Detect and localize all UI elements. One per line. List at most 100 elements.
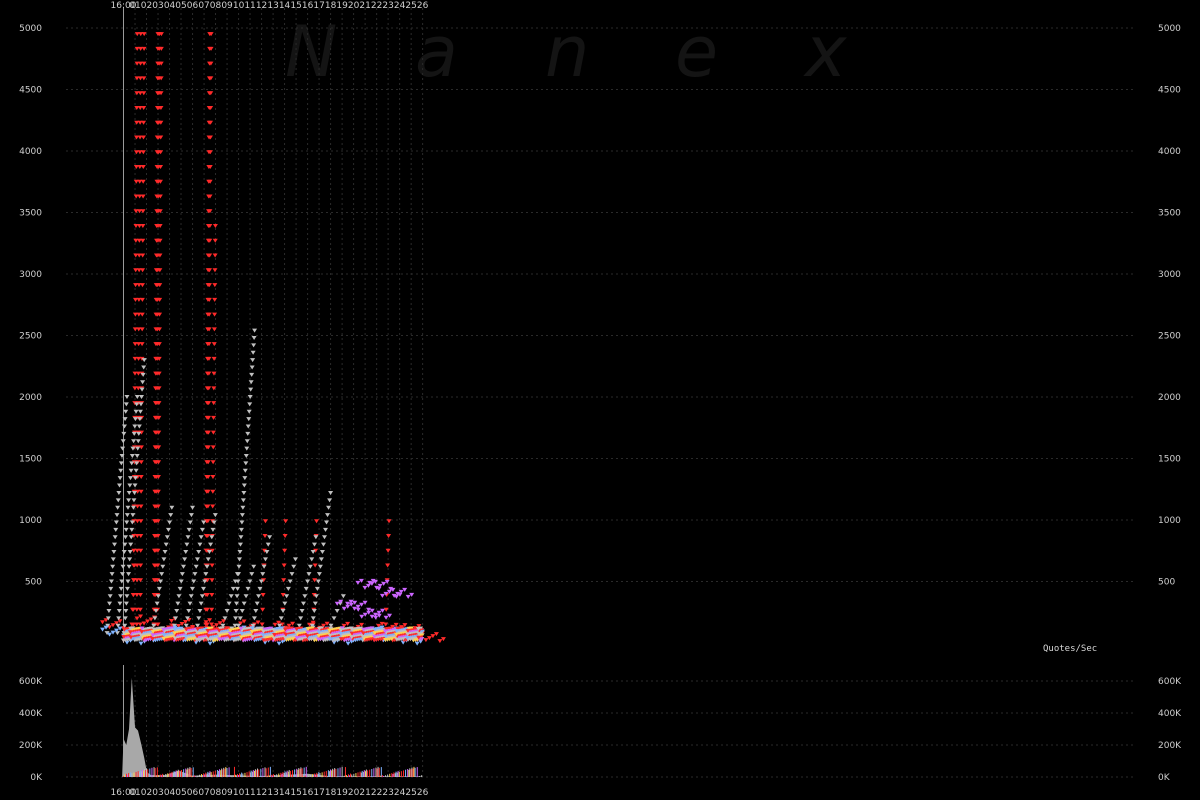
quote-point <box>137 607 143 612</box>
quote-point <box>260 572 266 577</box>
quote-point <box>264 549 270 554</box>
quote-point <box>209 535 215 540</box>
quote-point <box>120 564 126 569</box>
quote-point <box>300 601 306 606</box>
quote-point <box>134 395 140 399</box>
watermark-letter: n <box>545 11 589 93</box>
x-tick-label-top: 06 <box>187 1 199 11</box>
quote-point <box>245 424 251 429</box>
y-tick-label-right: 400K <box>1158 709 1182 719</box>
quote-point <box>236 564 242 569</box>
quote-point <box>123 601 129 606</box>
quote-point <box>312 601 318 606</box>
quote-point <box>130 513 136 518</box>
quote-point <box>190 505 196 510</box>
quote-point <box>138 504 144 509</box>
quote-point <box>131 439 137 444</box>
quote-point <box>235 586 241 591</box>
quote-point <box>121 424 127 429</box>
quote-point <box>113 527 119 532</box>
watermark-letter: N <box>285 11 337 93</box>
quote-point <box>230 586 236 591</box>
quote-point <box>138 519 144 524</box>
quote-point <box>245 431 251 436</box>
quote-point <box>107 601 113 606</box>
x-tick-label-top: 07 <box>198 1 209 11</box>
quote-point <box>141 32 147 37</box>
y-tick-label-left: 3500 <box>19 209 42 219</box>
quote-point <box>241 601 247 606</box>
quote-point <box>138 489 144 494</box>
quote-point <box>379 593 385 598</box>
x-tick-label-bottom: 05 <box>175 788 186 798</box>
quote-point <box>239 520 245 525</box>
quote-point <box>123 527 129 532</box>
quote-point <box>134 454 140 459</box>
x-tick-label-top: 19 <box>336 1 348 11</box>
quote-point <box>113 520 119 525</box>
quote-point <box>108 579 114 584</box>
quote-point <box>126 490 132 495</box>
quote-point <box>331 616 337 621</box>
quote-point <box>262 519 268 524</box>
quote-point <box>251 616 257 621</box>
quote-point <box>131 431 137 436</box>
x-tick-label-bottom: 14 <box>279 788 291 798</box>
quote-point <box>174 609 180 614</box>
quote-point <box>139 283 145 288</box>
x-tick-label-top: 20 <box>348 1 360 11</box>
quote-point <box>140 164 146 169</box>
y-tick-label-right: 4000 <box>1158 147 1181 157</box>
quote-point <box>135 439 141 444</box>
quote-point <box>212 268 218 273</box>
quote-point <box>385 563 391 568</box>
quote-point <box>140 179 146 184</box>
quote-point <box>127 483 133 488</box>
quote-point <box>115 505 121 510</box>
quote-point <box>188 594 194 599</box>
quote-point <box>302 594 308 599</box>
quote-point <box>319 549 325 554</box>
quote-point <box>385 548 391 553</box>
quote-point <box>159 572 165 577</box>
x-tick-label-bottom: 18 <box>325 788 337 798</box>
quote-point <box>324 520 330 525</box>
quote-point <box>162 549 168 554</box>
quote-point <box>193 564 199 569</box>
quote-point <box>186 609 192 614</box>
quote-point <box>310 549 316 554</box>
x-tick-label-top: 04 <box>164 1 176 11</box>
quote-point <box>165 527 171 532</box>
x-tick-label-top: 22 <box>371 1 382 11</box>
quote-point <box>340 594 346 599</box>
quote-point <box>262 533 268 538</box>
quote-point <box>131 498 137 503</box>
quote-point <box>183 549 189 554</box>
x-tick-label-bottom: 04 <box>164 788 176 798</box>
quote-point <box>124 520 130 525</box>
quote-point <box>135 446 141 451</box>
quote-point <box>400 640 406 645</box>
y-tick-label-right: 1000 <box>1158 516 1181 526</box>
quote-point <box>313 535 319 540</box>
quote-point <box>126 564 132 569</box>
x-tick-label-top: 01 <box>129 1 140 11</box>
quote-point <box>189 586 195 591</box>
quote-point <box>112 535 118 540</box>
quote-point <box>137 593 143 598</box>
quote-point <box>138 474 144 479</box>
quote-point <box>256 594 262 599</box>
quote-point <box>212 312 218 317</box>
quote-point <box>242 468 248 473</box>
quote-point <box>185 535 191 540</box>
quote-point <box>160 564 166 569</box>
quote-point <box>196 616 202 621</box>
y-tick-label-left: 5000 <box>19 24 42 34</box>
quote-point <box>188 513 194 518</box>
quote-point <box>228 594 234 599</box>
quote-point <box>240 498 246 503</box>
y-tick-label-right: 2500 <box>1158 332 1181 342</box>
quote-point <box>244 446 250 451</box>
quote-point <box>133 468 139 473</box>
quote-point <box>107 594 113 599</box>
